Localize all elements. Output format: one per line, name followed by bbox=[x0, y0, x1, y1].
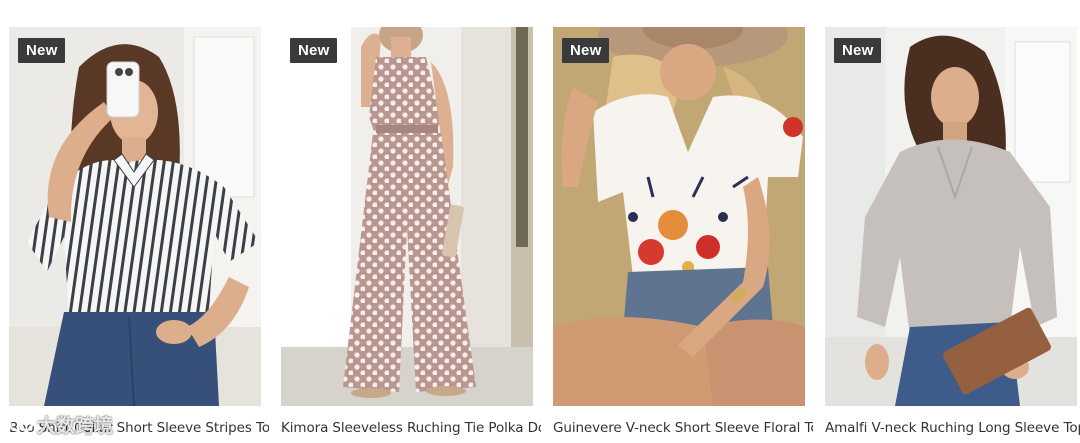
product-image[interactable]: New bbox=[553, 27, 805, 406]
product-card[interactable]: New Kimora Sleeveless Ruching Tie Polka … bbox=[281, 27, 541, 443]
product-image[interactable]: New bbox=[825, 27, 1077, 406]
product-title[interactable]: Amalfi V-neck Ruching Long Sleeve Top bbox=[825, 420, 1080, 436]
new-badge: New bbox=[562, 38, 610, 63]
product-title[interactable]: Guinevere V-neck Short Sleeve Floral Top bbox=[553, 420, 813, 436]
product-card[interactable]: New Amalfi V-neck Ruching Long Sleeve To… bbox=[825, 27, 1080, 443]
grey-blouse-photo bbox=[825, 27, 1077, 406]
new-badge: New bbox=[18, 38, 66, 63]
new-badge: New bbox=[834, 38, 882, 63]
product-card[interactable]: New Boo Shirt Collar Short Sleeve Stripe… bbox=[9, 27, 269, 443]
product-card[interactable]: New Guinevere V-neck Short Sleeve Floral… bbox=[553, 27, 813, 443]
product-title[interactable]: Boo Shirt Collar Short Sleeve Stripes To… bbox=[9, 420, 269, 436]
product-image[interactable]: New bbox=[9, 27, 261, 406]
product-grid: New Boo Shirt Collar Short Sleeve Stripe… bbox=[9, 27, 1080, 443]
product-title[interactable]: Kimora Sleeveless Ruching Tie Polka Dot bbox=[281, 420, 541, 436]
product-image[interactable]: New bbox=[281, 27, 533, 406]
new-badge: New bbox=[290, 38, 338, 63]
polka-dot-jumpsuit-photo bbox=[281, 27, 533, 406]
floral-top-photo bbox=[553, 27, 805, 406]
striped-shirt-photo bbox=[9, 27, 261, 406]
